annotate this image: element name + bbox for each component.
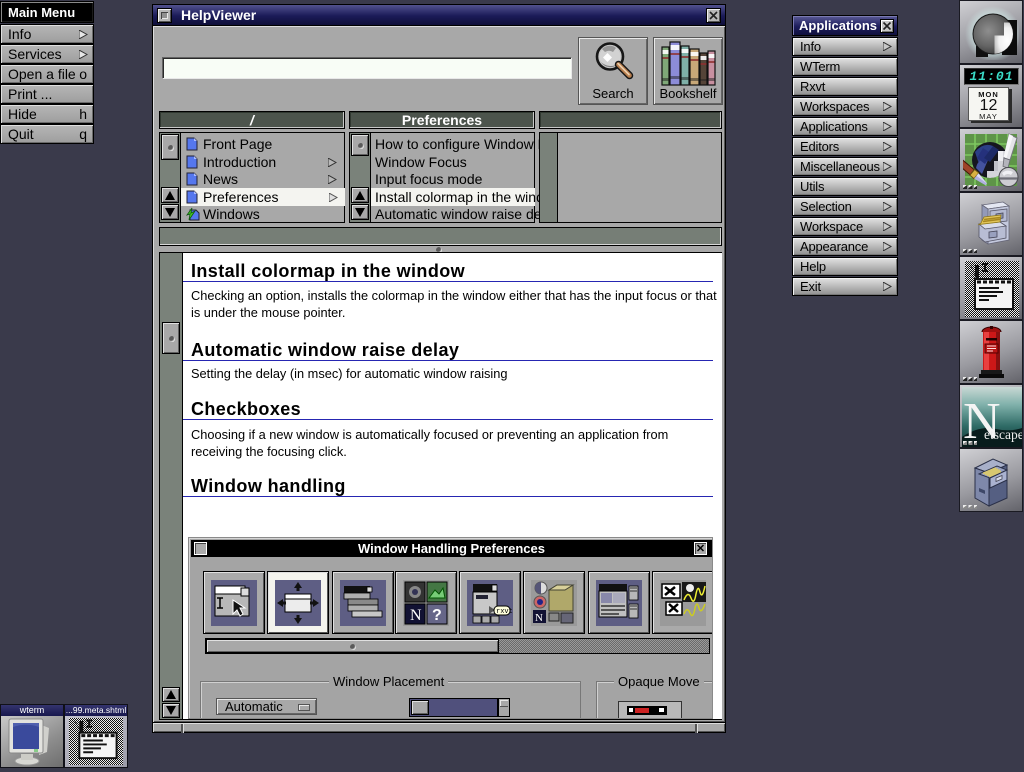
svg-text:N: N: [535, 612, 543, 624]
svg-text:etscape: etscape: [984, 427, 1022, 442]
svg-text:N: N: [410, 607, 422, 624]
svg-text:rxvt: rxvt: [496, 608, 513, 616]
svg-text:?: ?: [432, 607, 442, 624]
